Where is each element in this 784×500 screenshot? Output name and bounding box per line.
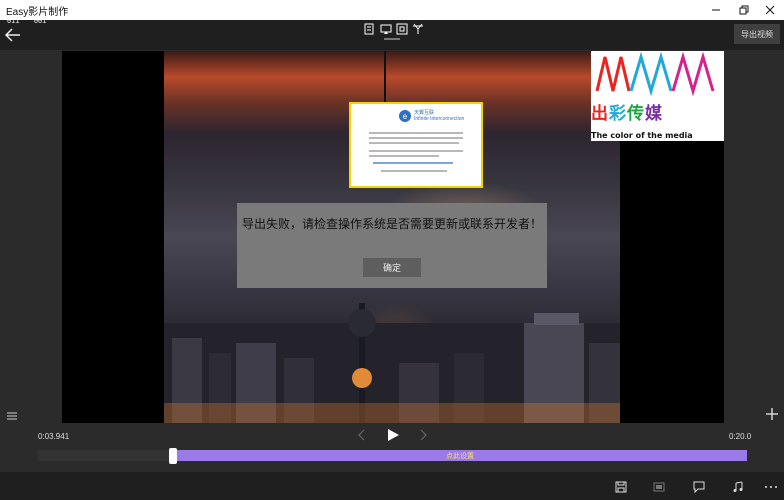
media-logo-char-1: 出: [591, 104, 608, 123]
inset-image[interactable]: e 天翼互联 Infinite Interconnection: [349, 102, 483, 188]
back-arrow-icon: [5, 28, 20, 42]
timeline-track[interactable]: 点此设置: [38, 450, 747, 461]
more-button[interactable]: [764, 480, 778, 494]
save-button[interactable]: [614, 480, 628, 494]
total-time: 0:20.0: [729, 432, 752, 441]
error-message: 导出失败，请检查操作系统是否需要更新或联系开发者！: [241, 217, 542, 231]
previous-button[interactable]: [356, 428, 368, 447]
current-time: 0:03.941: [38, 432, 70, 441]
frame-tool[interactable]: [396, 23, 408, 35]
cast-tool[interactable]: [380, 23, 392, 35]
frame-counter-right: 001: [33, 18, 47, 26]
media-logo-chinese: 出彩传媒: [591, 99, 724, 124]
frame-counter-left: 011: [7, 18, 20, 26]
media-logo-char-4: 媒: [645, 104, 662, 123]
back-button[interactable]: [4, 26, 22, 44]
error-dialog: 导出失败，请检查操作系统是否需要更新或联系开发者！ 确定: [237, 203, 547, 288]
inset-logo-mark: e: [399, 110, 411, 122]
frame-icon: [396, 23, 408, 35]
export-video-button[interactable]: 导出视频: [734, 24, 780, 44]
inset-link-line: [373, 162, 453, 164]
city-skyline: [164, 303, 620, 423]
list-icon: [7, 412, 17, 420]
clip-list-button[interactable]: [6, 409, 18, 427]
music-button[interactable]: [731, 480, 745, 494]
plus-icon: [766, 408, 778, 420]
zigzag-logo-icon: [595, 51, 715, 97]
edit-tools: [364, 23, 424, 35]
edit-text-icon: [364, 23, 374, 35]
subtitle-button[interactable]: [692, 480, 706, 494]
media-logo-char-3: 传: [627, 104, 644, 123]
timeline-clip[interactable]: 点此设置: [173, 450, 747, 461]
app-bar: 导出视频: [0, 20, 784, 50]
media-logo-english: The color of the media: [591, 131, 693, 140]
inset-text-line: [369, 137, 463, 139]
play-button[interactable]: [386, 427, 400, 448]
bottom-bar: [0, 472, 784, 500]
cast-icon: [380, 24, 392, 34]
play-icon: [388, 429, 399, 441]
close-button[interactable]: [756, 0, 784, 20]
frame-counter: 011 001: [7, 18, 56, 26]
restore-icon: [739, 5, 749, 15]
media-logo: 出彩传媒 The color of the media: [591, 51, 724, 141]
window-title: Easy影片制作: [6, 7, 69, 18]
speech-bubble-icon: [693, 481, 705, 493]
inset-logo: e 天翼互联 Infinite Interconnection: [399, 110, 464, 122]
chevron-left-icon: [358, 429, 365, 441]
inset-subtitle: Infinite Interconnection: [414, 116, 465, 122]
add-clip-button[interactable]: [765, 407, 779, 426]
inset-text-line: [369, 150, 463, 152]
resolution-button[interactable]: [652, 480, 666, 494]
timeline-thumb[interactable]: [169, 448, 177, 464]
chevron-right-icon: [420, 429, 427, 441]
filter-icon: [413, 23, 423, 34]
save-icon: [615, 481, 627, 493]
timeline-played: [38, 450, 173, 461]
ok-button[interactable]: 确定: [363, 258, 421, 277]
minimize-icon: [712, 9, 720, 11]
inset-text-line: [369, 132, 463, 134]
inset-text-line: [381, 170, 447, 172]
minimize-button[interactable]: [702, 0, 730, 20]
next-button[interactable]: [417, 428, 429, 447]
aspect-ratio-icon: [653, 482, 665, 492]
text-edit-tool[interactable]: [364, 23, 376, 35]
close-icon: [765, 5, 775, 15]
media-logo-char-2: 彩: [609, 104, 626, 123]
tool-indicator: [384, 38, 400, 40]
inset-text-line: [369, 155, 439, 157]
more-dots-icon: [765, 486, 777, 488]
music-note-icon: [733, 481, 743, 492]
inset-text-line: [369, 142, 459, 144]
title-bar: Easy影片制作: [0, 0, 784, 20]
filter-tool[interactable]: [412, 23, 424, 35]
restore-button[interactable]: [730, 0, 758, 20]
